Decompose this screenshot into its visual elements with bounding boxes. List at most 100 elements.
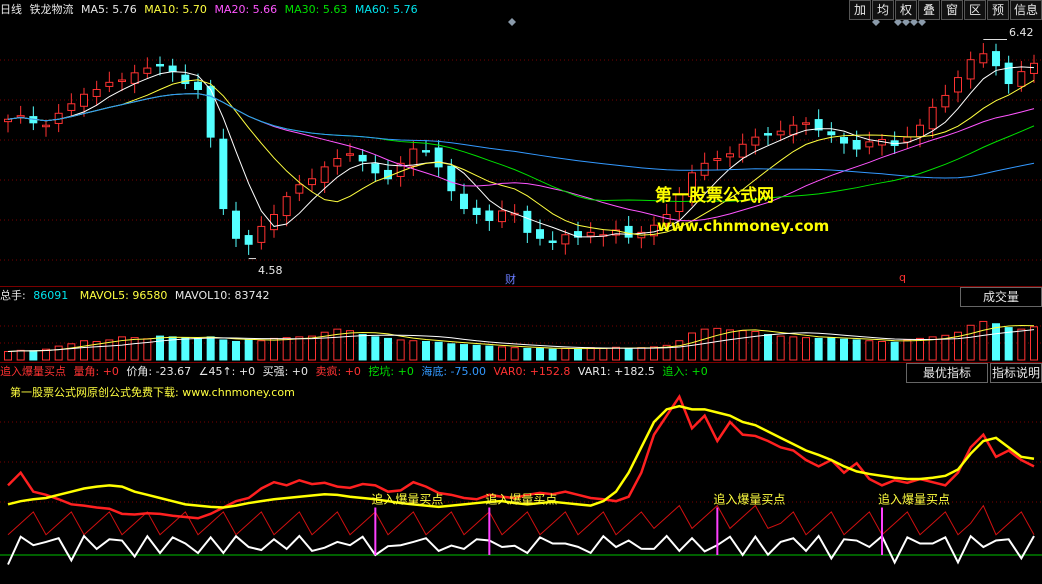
- indicator-item: 追入: +0: [658, 365, 708, 378]
- candle-body: [624, 225, 633, 238]
- candle-body: [1030, 62, 1038, 74]
- indicator-help-button[interactable]: 指标说明: [990, 363, 1042, 383]
- volume-bar: [4, 351, 12, 361]
- period-label[interactable]: 日线: [0, 3, 22, 16]
- volume-bar: [257, 340, 266, 361]
- volume-bar: [270, 337, 278, 361]
- candle-body: [1004, 62, 1013, 85]
- volume-bar: [1030, 326, 1038, 361]
- volume-bar: [764, 334, 772, 361]
- candle-body: [42, 124, 50, 128]
- price-panel[interactable]: 日线 铁龙物流 MA5: 5.76 MA10: 5.70 MA20: 5.66 …: [0, 0, 1042, 286]
- volume-bar: [67, 343, 76, 361]
- volume-bar: [852, 339, 861, 361]
- volume-bar: [156, 335, 164, 361]
- info-button[interactable]: 信息: [1010, 0, 1042, 20]
- candle-body: [434, 147, 443, 168]
- volume-bar: [181, 337, 190, 361]
- overlay-button[interactable]: 叠: [918, 0, 940, 20]
- finance-event-marker[interactable]: 财: [505, 271, 516, 286]
- volume-panel[interactable]: 总手: 86091 MAVOL5: 96580 MAVOL10: 83742 成…: [0, 286, 1042, 362]
- candle-body: [928, 106, 937, 130]
- rights-button[interactable]: 权: [895, 0, 917, 20]
- indicator-item: ∠45↑: +0: [195, 365, 256, 378]
- candle-body: [713, 158, 722, 161]
- volume-bar: [903, 339, 912, 361]
- candle-body: [181, 74, 190, 85]
- signal-label: 追入爆量买点: [371, 492, 443, 507]
- volume-bar: [624, 347, 633, 361]
- indicator-item: VAR1: +182.5: [574, 365, 655, 378]
- best-indicator-button[interactable]: 最优指标: [906, 363, 988, 383]
- volume-value: 86091: [33, 289, 69, 302]
- candle-body: [257, 225, 266, 243]
- candle-body: [232, 210, 240, 239]
- candle-body: [67, 103, 76, 111]
- volume-bar: [308, 335, 316, 361]
- indicator-values: 量角: +0 价角: -23.67 ∠45↑: +0 买强: +0 卖疯: +0…: [70, 365, 712, 378]
- candle-body: [308, 178, 316, 186]
- volume-prefix: 总手:: [0, 289, 30, 302]
- ma30-line: [7, 93, 1035, 202]
- volume-bar: [992, 323, 1000, 361]
- indicator-name[interactable]: 追入爆量买点: [0, 365, 66, 378]
- volume-bar: [713, 327, 722, 361]
- volume-bar: [700, 328, 709, 361]
- volume-bar: [1017, 328, 1026, 361]
- candle-body: [840, 137, 848, 144]
- volume-bar: [840, 338, 848, 361]
- window-button[interactable]: 窗: [941, 0, 963, 20]
- volume-bar: [371, 336, 380, 361]
- volume-bar: [29, 350, 38, 361]
- volume-indicator-button[interactable]: 成交量: [960, 287, 1042, 307]
- candle-body: [561, 234, 570, 245]
- volume-bar: [232, 340, 240, 361]
- candle-body: [16, 115, 25, 118]
- forecast-button[interactable]: 预: [987, 0, 1009, 20]
- volume-bar: [776, 335, 785, 361]
- candle-body: [865, 141, 874, 148]
- event-q-marker[interactable]: q: [899, 271, 906, 284]
- range-button[interactable]: 区: [964, 0, 986, 20]
- volume-bar: [422, 340, 430, 361]
- ma10-value: MA10: 5.70: [144, 3, 207, 16]
- volume-bar: [789, 336, 798, 361]
- signal-label: 追入爆量买点: [713, 492, 785, 507]
- candle-body: [802, 122, 810, 125]
- volume-bar: [536, 347, 544, 361]
- volume-bar: [878, 340, 886, 361]
- candle-body: [358, 154, 367, 162]
- candle-body: [244, 235, 253, 245]
- volume-bar: [485, 345, 494, 361]
- price-chart[interactable]: [0, 0, 1042, 286]
- indicator-header: 追入爆量买点 量角: +0 价角: -23.67 ∠45↑: +0 买强: +0…: [0, 362, 1042, 382]
- indicator-panel[interactable]: 追入爆量买点 追入爆量买点 追入爆量买点 追入爆量买点 追入爆量买点 量角: +0 价…: [0, 362, 1042, 584]
- candle-body: [498, 210, 506, 223]
- low-price-label: 4.58: [258, 264, 283, 277]
- add-button[interactable]: 加: [849, 0, 871, 20]
- volume-bar: [650, 346, 658, 361]
- volume-bar: [637, 347, 646, 361]
- indicator-item: 海底: -75.00: [417, 365, 487, 378]
- candle-body: [333, 158, 342, 167]
- ma20-value: MA20: 5.66: [214, 3, 278, 16]
- mavol10-value: MAVOL10: 83742: [174, 289, 270, 302]
- ma60-value: MA60: 5.76: [354, 3, 418, 16]
- thin-red-line: [7, 504, 1035, 536]
- candle-body: [409, 148, 418, 167]
- volume-bar: [612, 346, 620, 361]
- candle-body: [346, 153, 354, 156]
- volume-bar: [447, 343, 456, 361]
- volume-bar: [54, 345, 63, 361]
- candle-body: [751, 136, 760, 146]
- volume-bar: [675, 340, 684, 361]
- volume-bar: [346, 330, 354, 361]
- average-button[interactable]: 均: [872, 0, 894, 20]
- candle-body: [422, 150, 430, 153]
- candle-body: [118, 79, 126, 82]
- candle-body: [979, 53, 988, 64]
- volume-bar: [498, 346, 506, 361]
- candle-body: [295, 184, 304, 194]
- volume-bar: [738, 330, 747, 361]
- signal-label: 追入爆量买点: [485, 492, 557, 507]
